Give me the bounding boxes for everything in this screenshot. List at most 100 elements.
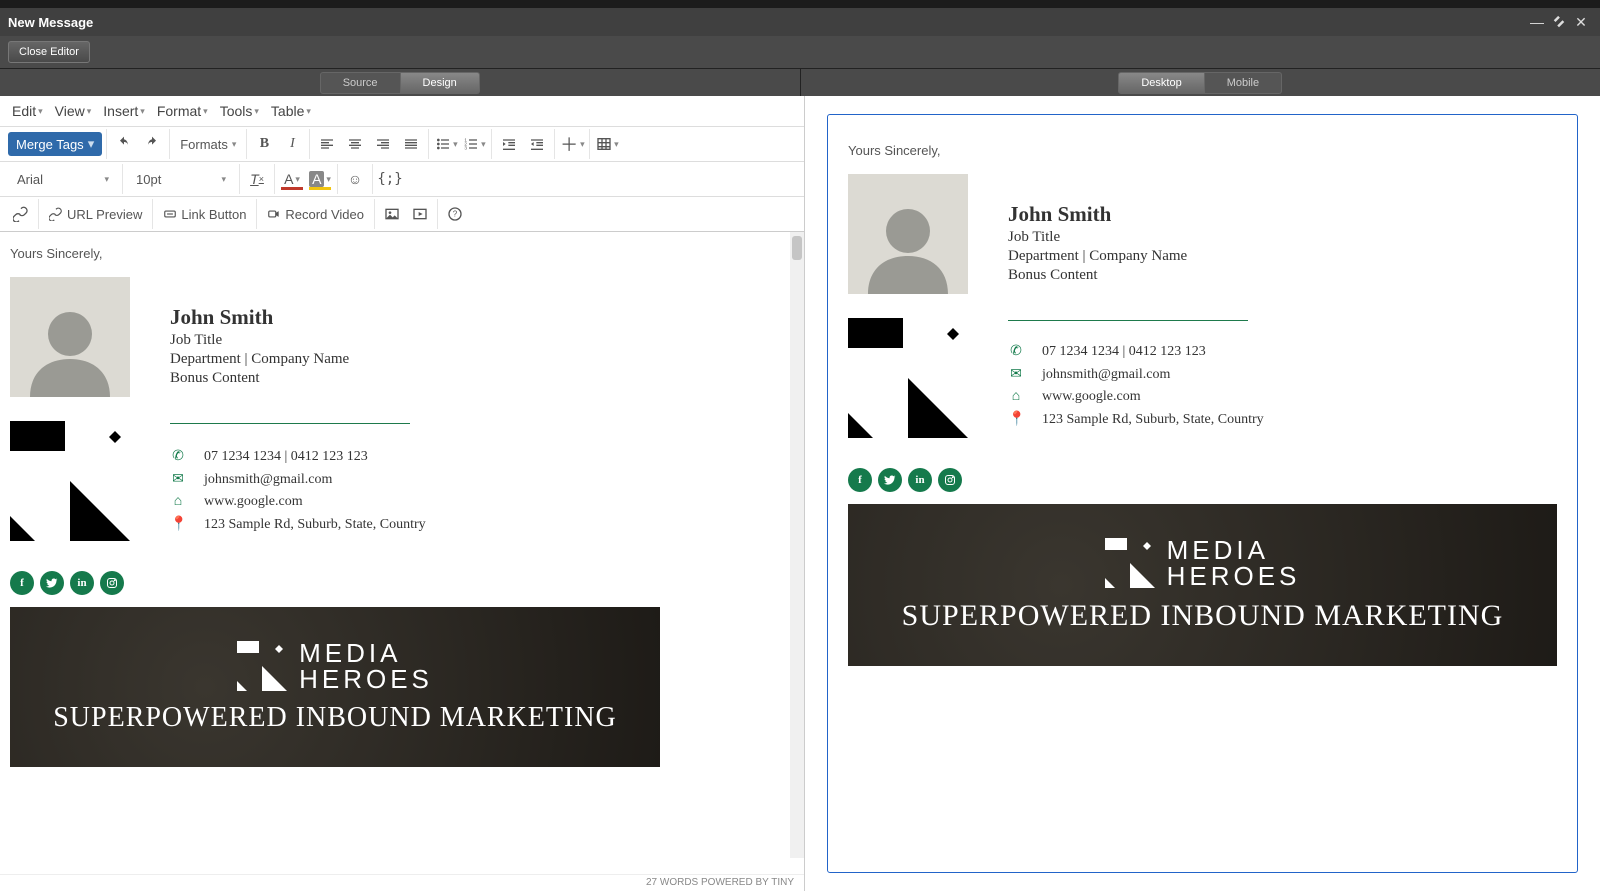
window-title-bar: New Message — ✕ [0, 8, 1600, 36]
signature-greeting[interactable]: Yours Sincerely, [10, 246, 790, 261]
toolbar-row-1: Merge Tags▾ Formats▾ B I ▾ 123▾ [0, 127, 804, 162]
preview-mode-segment: Desktop Mobile [1118, 72, 1282, 94]
preview-email: johnsmith@gmail.com [1042, 367, 1170, 383]
linkedin-icon[interactable]: in [70, 571, 94, 595]
background-strip [0, 0, 1600, 8]
bold-button[interactable]: B [251, 131, 277, 157]
menu-insert[interactable]: Insert▾ [97, 99, 151, 123]
preview-job-title: Job Title [1008, 229, 1187, 246]
editor-mode-segment: Source Design [320, 72, 480, 94]
table-button[interactable]: ▾ [594, 131, 620, 157]
signature-phone[interactable]: 07 1234 1234 | 0412 123 123 [204, 449, 368, 465]
toolbar-row-2: Arial▾ 10pt▾ T× A▾ A▾ ☺ {;} [0, 162, 804, 197]
company-logo[interactable] [10, 421, 130, 541]
emoji-button[interactable]: ☺ [342, 166, 368, 192]
menubar: Edit▾ View▾ Insert▾ Format▾ Tools▾ Table… [0, 96, 804, 127]
preview-bonus: Bonus Content [1008, 267, 1187, 284]
align-left-button[interactable] [314, 131, 340, 157]
signature-department[interactable]: Department | Company Name [170, 351, 349, 368]
preview-greeting: Yours Sincerely, [848, 143, 1557, 158]
insert-menu-button[interactable]: ＋▾ [559, 131, 585, 157]
redo-button[interactable] [139, 131, 165, 157]
tab-source[interactable]: Source [320, 72, 401, 94]
clear-formatting-button[interactable]: T× [244, 166, 270, 192]
svg-text:?: ? [453, 210, 458, 219]
tab-mobile[interactable]: Mobile [1205, 72, 1282, 94]
minimize-button[interactable]: — [1526, 12, 1548, 32]
link-button-button[interactable]: Link Button [157, 207, 252, 222]
facebook-icon: f [848, 468, 872, 492]
banner-brand-bottom: HEROES [299, 666, 433, 692]
formats-dropdown[interactable]: Formats▾ [174, 137, 242, 152]
preview-banner-tagline: SUPERPOWERED INBOUND MARKETING [902, 599, 1504, 633]
align-center-button[interactable] [342, 131, 368, 157]
signature-address[interactable]: 123 Sample Rd, Suburb, State, Country [204, 517, 426, 533]
preview-department: Department | Company Name [1008, 248, 1187, 265]
menu-tools[interactable]: Tools▾ [214, 99, 265, 123]
signature-name[interactable]: John Smith [170, 305, 349, 330]
code-block-button[interactable]: {;} [377, 166, 403, 192]
mode-tab-bar: Source Design Desktop Mobile [0, 69, 1600, 98]
merge-tags-button[interactable]: Merge Tags▾ [8, 132, 102, 156]
divider-line [170, 423, 410, 424]
preview-pane: Yours Sincerely, John Smith Job Title De… [805, 96, 1600, 891]
italic-button[interactable]: I [279, 131, 305, 157]
twitter-icon [878, 468, 902, 492]
promo-banner[interactable]: MEDIA HEROES SUPERPOWERED INBOUND MARKET… [10, 607, 660, 767]
phone-icon: ✆ [170, 448, 186, 465]
menu-table[interactable]: Table▾ [265, 99, 317, 123]
restore-button[interactable] [1548, 12, 1570, 32]
font-size-select[interactable]: 10pt▾ [127, 165, 235, 193]
social-links: f in [10, 571, 790, 595]
window-title: New Message [8, 15, 93, 30]
insert-image-button[interactable] [379, 201, 405, 227]
preview-banner-brand-bottom: HEROES [1167, 563, 1301, 589]
editor-body[interactable]: Yours Sincerely, John Smith Job Title De… [0, 232, 804, 874]
preview-avatar [848, 174, 968, 294]
insert-media-button[interactable] [407, 201, 433, 227]
location-icon: 📍 [1008, 411, 1024, 428]
signature-bonus[interactable]: Bonus Content [170, 370, 349, 387]
bullet-list-button[interactable]: ▾ [433, 131, 459, 157]
instagram-icon[interactable] [100, 571, 124, 595]
toolbar-row-3: URL Preview Link Button Record Video [0, 197, 804, 232]
numbered-list-button[interactable]: 123▾ [461, 131, 487, 157]
facebook-icon[interactable]: f [10, 571, 34, 595]
font-family-select[interactable]: Arial▾ [8, 165, 118, 193]
location-icon: 📍 [170, 516, 186, 533]
signature-website[interactable]: www.google.com [204, 494, 303, 510]
preview-social-links: f in [848, 468, 1557, 492]
close-editor-button[interactable]: Close Editor [8, 41, 90, 63]
align-justify-button[interactable] [398, 131, 424, 157]
record-video-button[interactable]: Record Video [261, 207, 370, 222]
website-icon: ⌂ [1008, 389, 1024, 405]
undo-button[interactable] [111, 131, 137, 157]
signature-block[interactable]: Yours Sincerely, John Smith Job Title De… [10, 246, 790, 767]
editor-subheader: Close Editor [0, 36, 1600, 69]
menu-format[interactable]: Format▾ [151, 99, 214, 123]
website-icon: ⌂ [170, 494, 186, 510]
text-color-button[interactable]: A▾ [279, 166, 305, 192]
tab-design[interactable]: Design [401, 72, 480, 94]
signature-email[interactable]: johnsmith@gmail.com [204, 472, 332, 488]
align-right-button[interactable] [370, 131, 396, 157]
highlight-color-button[interactable]: A▾ [307, 166, 333, 192]
help-button[interactable]: ? [442, 201, 468, 227]
tab-desktop[interactable]: Desktop [1118, 72, 1204, 94]
editor-scrollbar[interactable] [790, 232, 804, 858]
signature-job-title[interactable]: Job Title [170, 332, 349, 349]
menu-edit[interactable]: Edit▾ [6, 99, 49, 123]
preview-divider [1008, 320, 1248, 321]
svg-text:3: 3 [464, 145, 467, 150]
indent-button[interactable] [524, 131, 550, 157]
menu-view[interactable]: View▾ [49, 99, 98, 123]
email-icon: ✉ [1008, 366, 1024, 383]
insert-link-button[interactable] [8, 201, 34, 227]
scrollbar-thumb[interactable] [792, 236, 802, 260]
twitter-icon[interactable] [40, 571, 64, 595]
avatar-placeholder[interactable] [10, 277, 130, 397]
close-button[interactable]: ✕ [1570, 12, 1592, 32]
outdent-button[interactable] [496, 131, 522, 157]
status-bar: 27 WORDS POWERED BY TINY [0, 874, 804, 891]
url-preview-button[interactable]: URL Preview [43, 207, 148, 222]
